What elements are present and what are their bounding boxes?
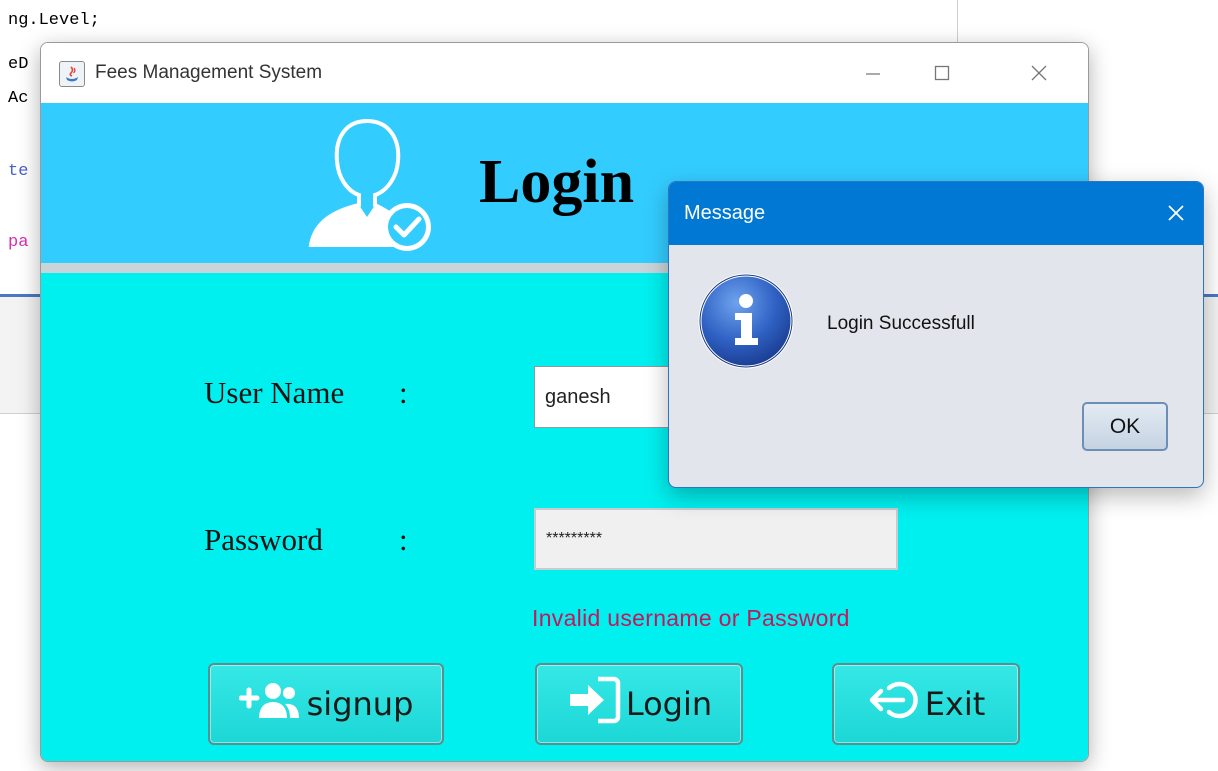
sign-in-icon	[566, 674, 622, 734]
password-label: Password	[204, 522, 323, 557]
code-line-2: eD	[8, 55, 29, 74]
login-heading: Login	[479, 148, 635, 216]
signup-button-label: signup	[306, 685, 414, 723]
login-button[interactable]: Login	[535, 663, 743, 745]
user-check-icon	[305, 113, 435, 258]
exit-button-label: Exit	[924, 685, 986, 723]
message-dialog: Message Login Successfull OK	[668, 181, 1204, 488]
error-message: Invalid username or Password	[532, 605, 850, 631]
dialog-message: Login Successfull	[827, 313, 975, 334]
window-title: Fees Management System	[95, 62, 323, 83]
exit-button[interactable]: Exit	[832, 663, 1020, 745]
code-line-1: ng.Level;	[8, 11, 100, 30]
minimize-icon[interactable]	[855, 55, 891, 91]
java-icon	[59, 61, 85, 87]
dialog-titlebar[interactable]: Message	[669, 182, 1203, 245]
dialog-title: Message	[684, 202, 766, 224]
code-line-3: Ac	[8, 89, 29, 108]
login-button-label: Login	[625, 685, 713, 723]
maximize-icon[interactable]	[924, 55, 960, 91]
code-line-5: pa	[8, 233, 29, 252]
ok-button[interactable]: OK	[1082, 402, 1168, 451]
info-icon	[697, 272, 795, 375]
username-label: User Name	[204, 375, 345, 410]
code-line-4: te	[8, 162, 29, 181]
dialog-close-icon[interactable]	[1159, 196, 1193, 230]
password-input[interactable]	[534, 508, 898, 570]
password-colon: :	[399, 522, 408, 557]
exit-icon	[867, 674, 921, 734]
username-colon: :	[399, 375, 408, 410]
add-users-icon	[238, 678, 303, 730]
close-icon[interactable]	[1021, 55, 1057, 91]
signup-button[interactable]: signup	[208, 663, 444, 745]
window-titlebar[interactable]: Fees Management System	[41, 43, 1088, 103]
